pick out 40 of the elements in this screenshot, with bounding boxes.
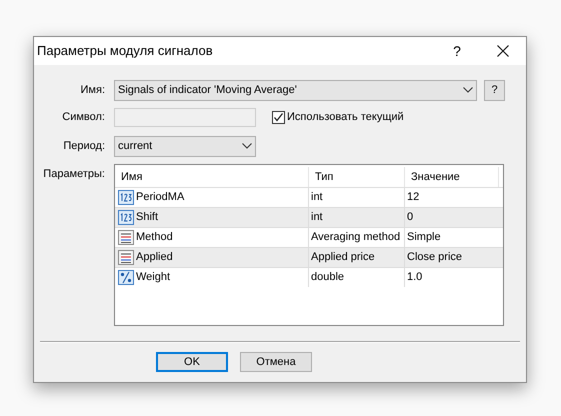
table-row[interactable]: Shift int 0 [115,207,503,227]
parameters-label: Параметры: [42,167,106,182]
name-label: Имя: [80,82,106,98]
chevron-down-icon [463,87,473,93]
table-cell-text: Applied price [311,250,375,266]
fraction-icon [118,270,134,285]
help-button[interactable]: ? [434,37,480,65]
table-cell-text: Close price [407,250,462,266]
name-dropdown[interactable]: Signals of indicator 'Moving Average' [114,80,477,100]
list-icon [118,250,134,265]
chevron-down-icon [242,143,252,149]
table-cell-text: Shift [136,210,158,226]
help-button[interactable]: ? [484,80,505,100]
period-label: Период: [62,138,106,154]
table-row[interactable]: Weight double 1.0 [115,267,503,287]
table-cell-text: Method [136,230,173,246]
table-cell-text: Weight [136,270,170,286]
table-row[interactable]: Applied Applied price Close price [115,247,503,267]
table-cell-text: double [311,270,344,286]
table-cell-text: Averaging method [311,230,400,246]
table-cell-text: PeriodMA [136,190,184,206]
table-cell-text: int [311,190,323,206]
symbol-label: Символ: [61,110,106,126]
table-cell-text: Simple [407,230,441,246]
number-icon [118,210,134,225]
dialog-button[interactable]: Отмена [240,352,312,372]
list-icon [118,230,134,245]
window-title: Параметры модуля сигналов [37,42,214,60]
number-icon [118,190,134,205]
close-icon [497,45,509,57]
table-cell-text: 1.0 [407,270,422,286]
dialog-button[interactable]: OK [156,352,228,372]
check-icon [273,112,284,123]
table-row[interactable]: Method Averaging method Simple [115,227,503,247]
table-cell-text: 0 [407,210,414,226]
table-cell-text: Applied [136,250,173,266]
period-dropdown[interactable]: current [114,136,256,156]
table-cell-text: int [311,210,323,226]
table-row[interactable]: PeriodMA int 12 [115,187,503,207]
table-cell-text: 12 [407,190,420,206]
